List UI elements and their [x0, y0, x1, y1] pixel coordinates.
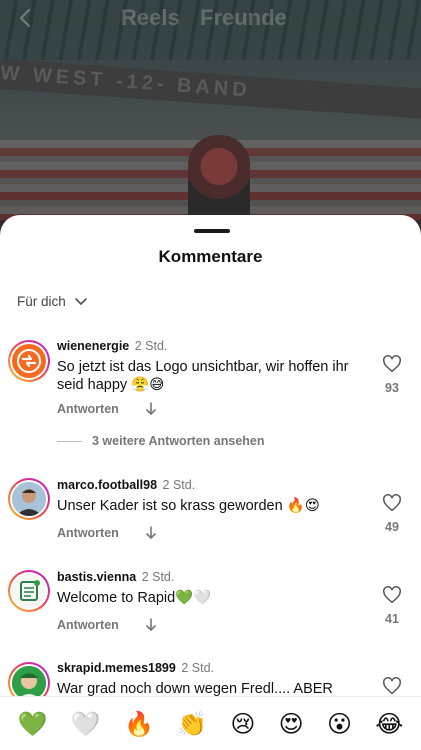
- sheet-drag-handle[interactable]: [194, 229, 230, 233]
- top-nav: Reels Freunde: [0, 0, 421, 38]
- reply-row: Antworten: [57, 526, 157, 540]
- avatar[interactable]: [8, 340, 50, 382]
- tab-reels[interactable]: Reels: [121, 5, 180, 31]
- wienenergie-logo-icon: [17, 349, 41, 373]
- surprised-emoji-button[interactable]: 😮: [327, 712, 352, 736]
- reply-button[interactable]: Antworten: [57, 402, 119, 416]
- player-figure: [188, 135, 250, 225]
- profile-photo-icon: [12, 482, 46, 516]
- back-arrow-icon[interactable]: [14, 6, 38, 30]
- arrow-down-icon[interactable]: [145, 618, 157, 632]
- like-count: 93: [385, 381, 399, 395]
- reply-button[interactable]: Antworten: [57, 618, 119, 632]
- sort-dropdown[interactable]: Für dich: [17, 294, 88, 309]
- heart-eyes-emoji-button[interactable]: 😍: [279, 712, 304, 736]
- view-more-replies-label: 3 weitere Antworten ansehen: [92, 434, 265, 448]
- comment-text: So jetzt ist das Logo unsichtbar, wir ho…: [57, 359, 349, 393]
- fire-emoji-button[interactable]: 🔥: [124, 712, 154, 736]
- green-heart-emoji-button[interactable]: 💚: [18, 712, 48, 736]
- heart-icon[interactable]: [382, 355, 402, 373]
- reply-row: Antworten: [57, 618, 157, 632]
- like-count: 41: [385, 612, 399, 626]
- chevron-down-icon: [74, 297, 87, 305]
- arrow-down-icon[interactable]: [145, 526, 157, 540]
- comment-username[interactable]: marco.football98: [57, 478, 157, 492]
- comment-time: 2 Std.: [134, 339, 168, 353]
- comment-time: 2 Std.: [181, 661, 214, 675]
- comment-username[interactable]: wienenergie: [57, 339, 129, 353]
- reply-row: Antworten: [57, 402, 157, 416]
- tab-freunde[interactable]: Freunde: [200, 5, 287, 31]
- white-heart-emoji-button[interactable]: 🤍: [71, 712, 101, 736]
- stadium-banner: W WEST -12- BAND: [0, 58, 421, 120]
- comment-username[interactable]: skrapid.memes1899: [57, 661, 176, 675]
- comment-time: 2 Std.: [141, 570, 175, 584]
- view-more-replies-button[interactable]: 3 weitere Antworten ansehen: [57, 434, 265, 448]
- reel-background: W WEST -12- BAND Reels Freunde: [0, 0, 421, 250]
- avatar[interactable]: [8, 570, 50, 612]
- divider-line: [57, 440, 82, 442]
- comment-text: Unser Kader ist so krass geworden 🔥😍: [57, 498, 320, 514]
- comment-text: Welcome to Rapid💚🤍: [57, 590, 212, 606]
- arrow-down-icon[interactable]: [145, 402, 157, 416]
- emoji-reaction-bar: 💚 🤍 🔥 👏 😢 😍 😮 😂: [0, 696, 421, 750]
- sort-label: Für dich: [17, 294, 66, 309]
- clapping-emoji-button[interactable]: 👏: [177, 712, 207, 736]
- heart-icon[interactable]: [382, 677, 402, 695]
- avatar[interactable]: [8, 478, 50, 520]
- illustration-avatar-icon: [12, 574, 46, 608]
- reply-button[interactable]: Antworten: [57, 526, 119, 540]
- comment-username[interactable]: bastis.vienna: [57, 570, 136, 584]
- like-count: 49: [385, 520, 399, 534]
- heart-icon[interactable]: [382, 586, 402, 604]
- sheet-title: Kommentare: [158, 247, 263, 266]
- comment-time: 2 Std.: [162, 478, 196, 492]
- comments-sheet: Kommentare Für dich wienenergie 2 Std. S…: [0, 215, 421, 750]
- laughing-emoji-button[interactable]: 😂: [375, 712, 403, 736]
- meme-avatar-icon: [12, 666, 46, 700]
- heart-icon[interactable]: [382, 494, 402, 512]
- crying-emoji-button[interactable]: 😢: [230, 712, 255, 736]
